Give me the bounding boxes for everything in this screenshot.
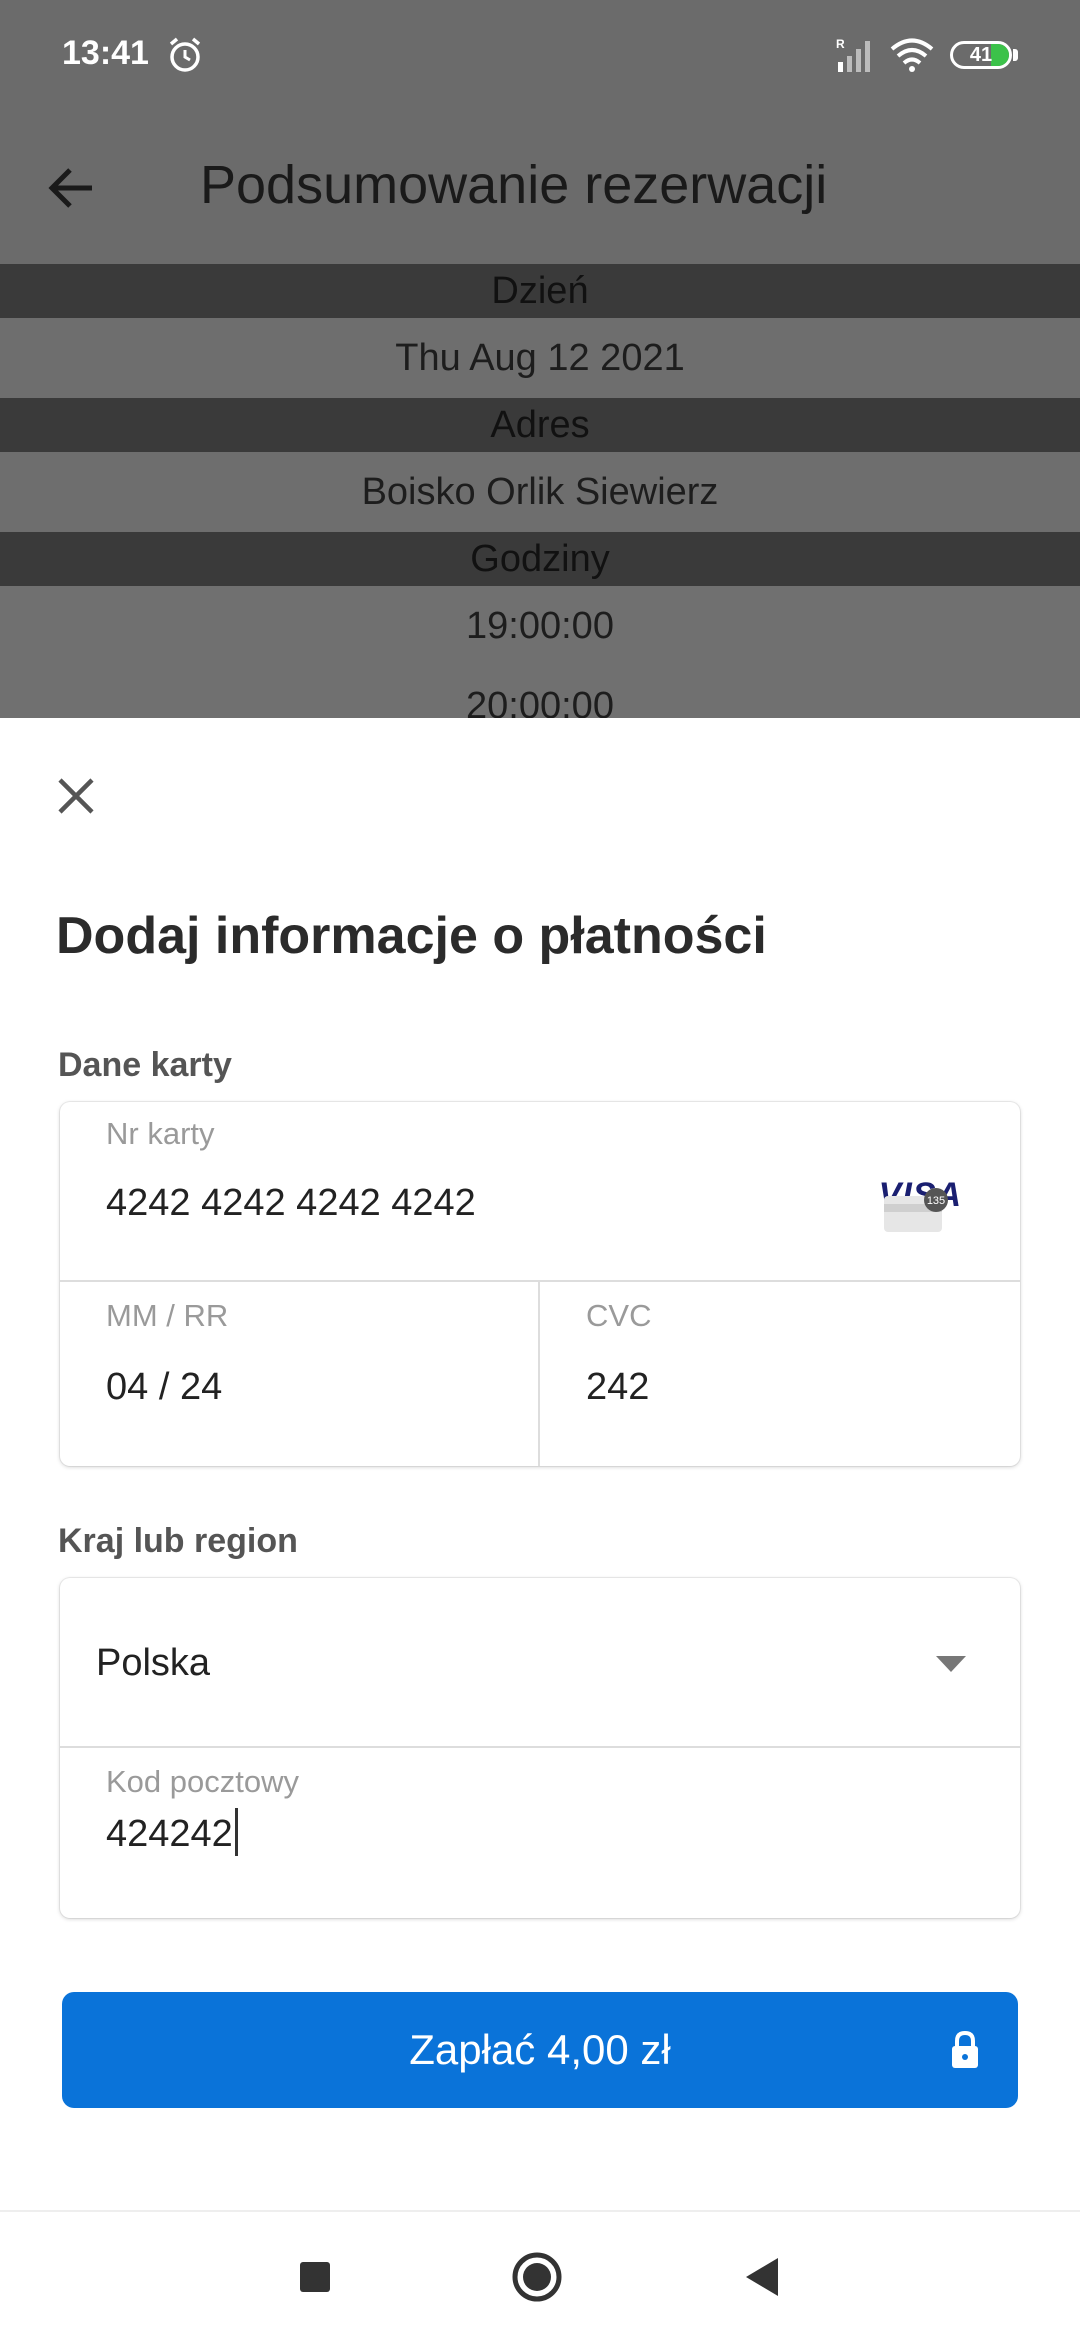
cvc-label: CVC (586, 1298, 652, 1333)
expiry-value: 04 / 24 (106, 1366, 223, 1408)
chevron-down-icon (936, 1656, 966, 1672)
arrow-left-icon[interactable] (44, 160, 100, 216)
signal-icon: R (836, 37, 870, 72)
card-section-label: Dane karty (58, 1046, 232, 1084)
hours-label: Godziny (0, 532, 1080, 586)
home-icon[interactable] (512, 2252, 562, 2302)
card-number-value: 4242 4242 4242 4242 (106, 1182, 476, 1224)
status-time: 13:41 (62, 34, 149, 72)
address-label: Adres (0, 398, 1080, 452)
app-bar: Podsumowanie rezerwacji (0, 110, 1080, 264)
payment-sheet: Dodaj informacje o płatności Dane karty … (0, 718, 1080, 2210)
pay-button-label: Zapłać 4,00 zł (409, 2026, 671, 2073)
card-number-label: Nr karty (106, 1116, 215, 1151)
address-value: Boisko Orlik Siewierz (0, 452, 1080, 532)
back-triangle-icon[interactable] (738, 2252, 788, 2302)
close-icon[interactable] (54, 774, 98, 818)
card-details-form: Nr karty 4242 4242 4242 4242 VISA MM / R… (60, 1102, 1020, 1466)
postal-code-input[interactable]: 424242 (106, 1808, 238, 1860)
svg-text:R: R (836, 37, 845, 51)
postal-code-value: 424242 (106, 1813, 233, 1856)
hour-item: 19:00:00 (0, 586, 1080, 666)
sheet-title: Dodaj informacje o płatności (56, 907, 767, 965)
expiry-field[interactable]: MM / RR 04 / 24 (60, 1282, 540, 1466)
battery-level: 41 (969, 43, 993, 66)
region-section-label: Kraj lub region (58, 1522, 298, 1560)
address-form: Polska Kod pocztowy 424242 (60, 1578, 1020, 1918)
hour-item: 20:00:00 (0, 666, 1080, 718)
pay-button[interactable]: Zapłać 4,00 zł (62, 1992, 1018, 2108)
text-cursor (234, 1808, 238, 1856)
postal-code-field[interactable]: Kod pocztowy 424242 (60, 1748, 1020, 1918)
expiry-label: MM / RR (106, 1298, 229, 1333)
alarm-icon (169, 37, 201, 72)
day-label: Dzień (0, 264, 1080, 318)
day-value: Thu Aug 12 2021 (0, 318, 1080, 398)
wifi-icon (890, 38, 934, 72)
card-number-field[interactable]: Nr karty 4242 4242 4242 4242 VISA (60, 1102, 1020, 1282)
cvc-value: 242 (586, 1366, 650, 1408)
reservation-summary: Dzień Thu Aug 12 2021 Adres Boisko Orlik… (0, 264, 1080, 718)
system-nav-bar (0, 2210, 1080, 2340)
card-cvc-icon: 135 (884, 1188, 948, 1232)
page-title: Podsumowanie rezerwacji (200, 155, 828, 215)
postal-code-label: Kod pocztowy (106, 1764, 299, 1799)
country-value: Polska (96, 1642, 211, 1684)
status-bar: 13:41 R 41 (0, 0, 1080, 110)
lock-icon (952, 2030, 978, 2068)
country-select[interactable]: Polska (60, 1578, 1020, 1748)
cvc-field[interactable]: CVC 242 (540, 1282, 1020, 1466)
cvc-icon-text: 135 (927, 1195, 945, 1207)
recents-icon[interactable] (290, 2252, 340, 2302)
battery-icon: 41 (950, 41, 1012, 69)
